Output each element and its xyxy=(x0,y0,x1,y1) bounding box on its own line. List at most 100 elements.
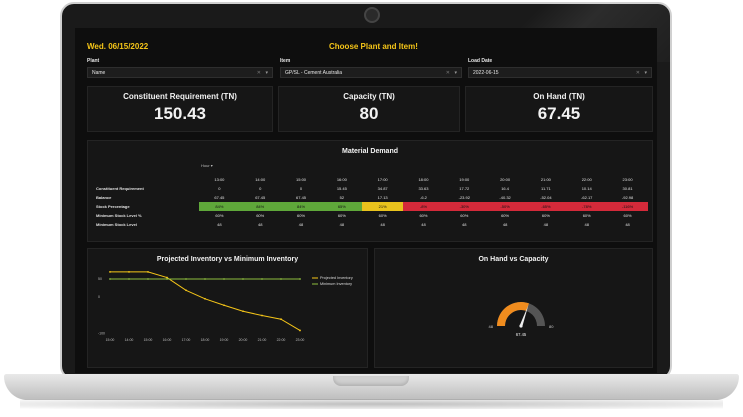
laptop-shadow xyxy=(20,399,723,409)
table-cell: 60% xyxy=(501,213,510,218)
table-cell: 60% xyxy=(337,213,346,218)
table-cell: 48 xyxy=(543,222,549,227)
kpi-value: 150.43 xyxy=(154,104,206,123)
kpi-constituent-requirement: Constituent Requirement (TN) 150.43 xyxy=(87,86,273,132)
item-value: GP/SL - Cement Australia xyxy=(285,70,343,76)
chevron-down-icon[interactable]: ▾ xyxy=(454,70,457,76)
table-cell: -8% xyxy=(403,202,444,211)
table-cell: 0 xyxy=(218,186,221,191)
column-header: 16:00 xyxy=(336,176,347,182)
clear-icon[interactable]: ✕ xyxy=(446,70,450,76)
plant-select[interactable]: Name ✕ ▾ xyxy=(87,67,273,78)
table-cell: 15.45 xyxy=(336,186,347,191)
data-point xyxy=(185,289,187,292)
table-row: Minimum Stock Level % 60% 60% 60% 60% 60% 60% 6… xyxy=(94,211,648,220)
data-point xyxy=(261,278,263,280)
table-cell: 67.45 xyxy=(296,195,307,200)
material-demand-table: 13:00 14:00 15:00 16:00 17:00 18:00 19:00 20:00… xyxy=(94,174,648,229)
line-chart: 500-10015:00 14:00 15:00 16:00 17:00 18:00 19:… xyxy=(98,271,353,342)
column-header: 15:00 xyxy=(296,176,307,182)
item-select[interactable]: GP/SL - Cement Australia ✕ ▾ xyxy=(280,67,462,78)
gauge-chart: 48 80 67.45 xyxy=(489,302,554,337)
x-tick-label: 17:00 xyxy=(182,338,191,342)
table-cell: 34.87 xyxy=(377,186,388,191)
table-cell: 60% xyxy=(256,213,265,218)
column-header: 14:00 xyxy=(255,176,266,182)
chevron-down-icon[interactable]: ▾ xyxy=(644,70,647,76)
laptop-frame: Wed. 06/15/2022 Choose Plant and Item! P… xyxy=(0,0,743,417)
kpi-value: 67.45 xyxy=(537,104,581,123)
x-tick-label: 23:00 xyxy=(296,338,305,342)
kpi-on-hand: On Hand (TN) 67.45 xyxy=(465,86,653,132)
item-label: Item xyxy=(280,58,291,64)
kpi-capacity: Capacity (TN) 80 xyxy=(278,86,460,132)
kpi-title: Constituent Requirement (TN) xyxy=(123,92,237,101)
table-cell: 48 xyxy=(584,222,589,227)
data-point xyxy=(147,278,149,280)
gauge-hub xyxy=(519,324,523,328)
data-point xyxy=(147,271,149,273)
gauge-max-label: 80 xyxy=(549,324,554,329)
gauge-min-label: 48 xyxy=(489,324,494,329)
data-point xyxy=(261,314,263,317)
plant-value: Name xyxy=(92,70,106,76)
legend-label: Minimum Inventory xyxy=(320,282,352,286)
data-point xyxy=(128,278,130,280)
data-point xyxy=(185,278,187,280)
table-cell: 60% xyxy=(419,213,428,218)
table-header-row: 13:00 14:00 15:00 16:00 17:00 18:00 19:00 20:00… xyxy=(94,174,648,184)
table-cell: 52 xyxy=(339,195,345,200)
data-point xyxy=(166,278,168,280)
row-label: Balance xyxy=(96,195,112,200)
table-cell: 60% xyxy=(582,213,591,218)
table-cell: 84% xyxy=(199,202,240,211)
x-tick-label: 16:00 xyxy=(163,338,172,342)
table-cell: 33.63 xyxy=(418,186,429,191)
table-cell: 60% xyxy=(297,213,306,218)
current-date: Wed. 06/15/2022 xyxy=(87,42,149,51)
column-header: 22:00 xyxy=(581,176,592,182)
row-label: Minimum Stock Level xyxy=(96,222,137,227)
clear-icon[interactable]: ✕ xyxy=(257,70,261,76)
laptop-notch xyxy=(333,376,409,386)
table-cell: 67.45 xyxy=(214,195,225,200)
column-header: 18:00 xyxy=(418,176,429,182)
hour-filter-chip[interactable]: Hour ▾ xyxy=(201,163,213,168)
table-cell: 0 xyxy=(259,186,262,191)
load-date-value: 2022-06-15 xyxy=(473,70,499,76)
table-cell: -62.17 xyxy=(581,195,593,200)
table-cell: 48 xyxy=(625,222,630,227)
table-cell: 60% xyxy=(378,213,387,218)
gauge-fill xyxy=(497,302,529,326)
column-header: 20:00 xyxy=(500,176,511,182)
data-point xyxy=(242,278,244,280)
series-line xyxy=(110,271,301,331)
column-header: 19:00 xyxy=(459,176,470,182)
row-label: Minimum Stock Level % xyxy=(96,213,142,218)
table-row: Minimum Stock Level 48 48 48 48 48 48 48 48 48 48 4… xyxy=(94,220,648,229)
table-cell: 17.72 xyxy=(459,186,470,191)
chevron-down-icon[interactable]: ▾ xyxy=(265,70,268,76)
table-cell: 10.14 xyxy=(581,186,592,191)
x-tick-label: 15:00 xyxy=(144,338,153,342)
table-cell: 48 xyxy=(217,222,222,227)
data-point xyxy=(299,278,301,280)
data-point xyxy=(204,278,206,280)
clear-icon[interactable]: ✕ xyxy=(636,70,640,76)
load-date-select[interactable]: 2022-06-15 ✕ ▾ xyxy=(468,67,652,78)
y-tick-label: 0 xyxy=(98,295,100,299)
kpi-value: 80 xyxy=(359,104,379,123)
x-tick-label: 21:00 xyxy=(258,338,267,342)
row-label-header xyxy=(94,174,199,184)
load-date-label: Load Date xyxy=(468,58,493,64)
material-demand-panel: Material Demand Hour ▾ 13:00 14:00 15:00 16… xyxy=(87,140,653,242)
data-point xyxy=(280,278,282,280)
x-tick-label: 20:00 xyxy=(239,338,248,342)
on-hand-vs-capacity-panel: On Hand vs Capacity 48 80 67.45 xyxy=(374,248,653,368)
data-point xyxy=(109,271,111,273)
y-tick-label: 50 xyxy=(98,277,102,281)
table-cell: 48 xyxy=(502,222,508,227)
kpi-title: Capacity (TN) xyxy=(343,92,395,101)
table-cell: 84% xyxy=(280,202,322,211)
data-point xyxy=(223,304,225,307)
